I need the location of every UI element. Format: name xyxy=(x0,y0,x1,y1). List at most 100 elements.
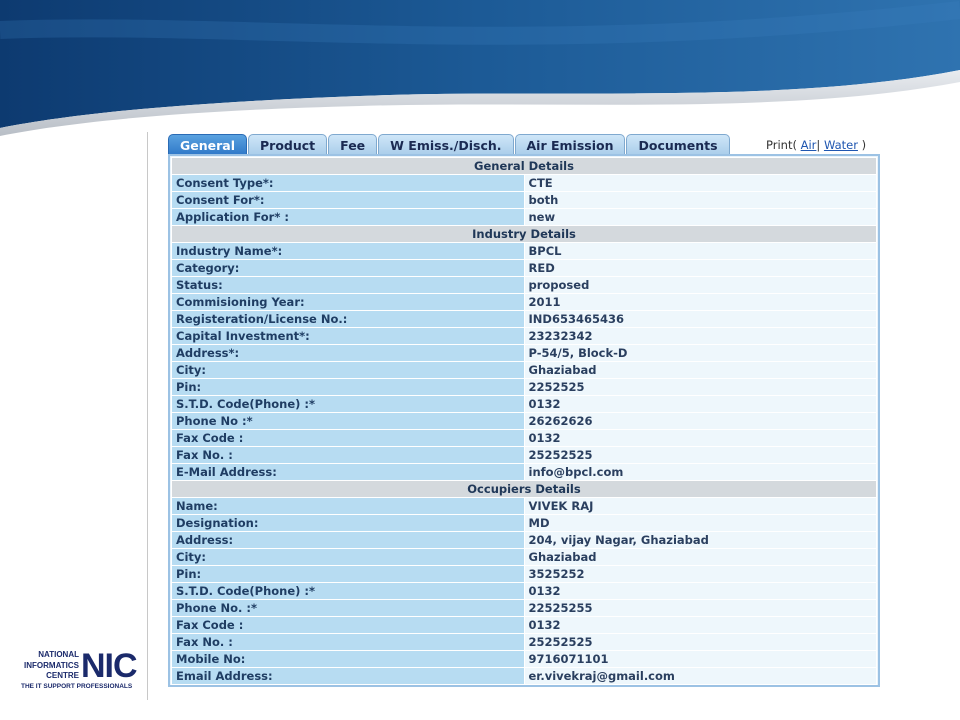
details-table: General Details Consent Type*: CTE Consent … xyxy=(171,157,877,685)
field-value: CTE xyxy=(523,174,877,192)
field-label: Registeration/License No.: xyxy=(171,310,525,328)
tab-water-emission-discharge[interactable]: W Emiss./Disch. xyxy=(378,134,514,155)
section-header-row: Industry Details xyxy=(171,225,877,243)
detail-row: Status: proposed xyxy=(171,276,877,294)
field-label: Application For* : xyxy=(171,208,525,226)
detail-row: Industry Name*: BPCL xyxy=(171,242,877,260)
field-label: Email Address: xyxy=(171,667,525,685)
field-value: BPCL xyxy=(523,242,877,260)
detail-row: City: Ghaziabad xyxy=(171,548,877,566)
field-label: Phone No :* xyxy=(171,412,525,430)
detail-row: Pin: 2252525 xyxy=(171,378,877,396)
field-label: Pin: xyxy=(171,378,525,396)
field-value: VIVEK RAJ xyxy=(523,497,877,515)
tab-fee[interactable]: Fee xyxy=(328,134,378,155)
detail-row: S.T.D. Code(Phone) :* 0132 xyxy=(171,395,877,413)
section-title: Industry Details xyxy=(171,225,877,243)
field-label: Phone No. :* xyxy=(171,599,525,617)
nic-logo-tagline: THE IT SUPPORT PROFESSIONALS xyxy=(21,683,133,690)
field-label: City: xyxy=(171,361,525,379)
section-title: Occupiers Details xyxy=(171,480,877,498)
print-links: Print( Air| Water ) xyxy=(766,138,866,152)
nic-logo-text: NATIONAL INFORMATICS CENTRE xyxy=(24,650,79,680)
field-label: Pin: xyxy=(171,565,525,583)
field-value: 25252525 xyxy=(523,446,877,464)
detail-row: Commisioning Year: 2011 xyxy=(171,293,877,311)
field-value: 0132 xyxy=(523,395,877,413)
print-label: Print( xyxy=(766,138,797,152)
field-label: Fax Code : xyxy=(171,429,525,447)
tab-product[interactable]: Product xyxy=(248,134,328,155)
section-header-row: Occupiers Details xyxy=(171,480,877,498)
field-label: Designation: xyxy=(171,514,525,532)
detail-row: Fax Code :0132 xyxy=(171,616,877,634)
detail-row: Address*: P-54/5, Block-D xyxy=(171,344,877,362)
print-water-link[interactable]: Water xyxy=(824,138,858,152)
field-value: new xyxy=(523,208,877,226)
tab-documents[interactable]: Documents xyxy=(626,134,730,155)
field-value: 26262626 xyxy=(523,412,877,430)
detail-row: Consent Type*: CTE xyxy=(171,174,877,192)
detail-row: Email Address: er.vivekraj@gmail.com xyxy=(171,667,877,685)
print-air-link[interactable]: Air xyxy=(801,138,817,152)
field-value: er.vivekraj@gmail.com xyxy=(523,667,877,685)
field-label: Address*: xyxy=(171,344,525,362)
details-panel: General Details Consent Type*: CTE Consent … xyxy=(168,154,880,687)
field-label: Commisioning Year: xyxy=(171,293,525,311)
field-value: 25252525 xyxy=(523,633,877,651)
tab-general[interactable]: General xyxy=(168,134,247,155)
detail-row: Address: 204, vijay Nagar, Ghaziabad xyxy=(171,531,877,549)
nic-logo-mark: NIC xyxy=(81,647,138,685)
field-label: Status: xyxy=(171,276,525,294)
print-close: ) xyxy=(861,138,867,152)
field-value: 22525255 xyxy=(523,599,877,617)
field-value: proposed xyxy=(523,276,877,294)
field-label: Consent For*: xyxy=(171,191,525,209)
nic-logo: NATIONAL INFORMATICS CENTRE NIC THE IT S… xyxy=(21,648,138,694)
field-label: City: xyxy=(171,548,525,566)
detail-row: E-Mail Address: info@bpcl.com xyxy=(171,463,877,481)
header-banner xyxy=(0,0,960,140)
field-value: 2011 xyxy=(523,293,877,311)
detail-row: City: Ghaziabad xyxy=(171,361,877,379)
detail-row: Phone No. :* 22525255 xyxy=(171,599,877,617)
detail-row: Mobile No: 9716071101 xyxy=(171,650,877,668)
field-label: Industry Name*: xyxy=(171,242,525,260)
detail-row: Pin: 3525252 xyxy=(171,565,877,583)
field-label: Address: xyxy=(171,531,525,549)
field-value: 2252525 xyxy=(523,378,877,396)
field-label: Consent Type*: xyxy=(171,174,525,192)
detail-row: Registeration/License No.: IND653465436 xyxy=(171,310,877,328)
field-label: Capital Investment*: xyxy=(171,327,525,345)
detail-row: Fax No. :25252525 xyxy=(171,633,877,651)
tab-air-emission[interactable]: Air Emission xyxy=(514,134,626,155)
field-value: 3525252 xyxy=(523,565,877,583)
field-value: Ghaziabad xyxy=(523,361,877,379)
field-value: 0132 xyxy=(523,429,877,447)
detail-row: Application For* : new xyxy=(171,208,877,226)
field-value: 23232342 xyxy=(523,327,877,345)
detail-row: Fax Code :0132 xyxy=(171,429,877,447)
field-value: Ghaziabad xyxy=(523,548,877,566)
section-title: General Details xyxy=(171,157,877,175)
field-value: 0132 xyxy=(523,582,877,600)
detail-row: Consent For*: both xyxy=(171,191,877,209)
field-value: 0132 xyxy=(523,616,877,634)
field-value: info@bpcl.com xyxy=(523,463,877,481)
field-label: Fax No. : xyxy=(171,446,525,464)
print-separator: | xyxy=(816,138,821,152)
detail-row: Capital Investment*: 23232342 xyxy=(171,327,877,345)
field-label: Fax No. : xyxy=(171,633,525,651)
field-value: IND653465436 xyxy=(523,310,877,328)
field-label: Fax Code : xyxy=(171,616,525,634)
detail-row: Name: VIVEK RAJ xyxy=(171,497,877,515)
detail-row: Fax No. :25252525 xyxy=(171,446,877,464)
field-value: P-54/5, Block-D xyxy=(523,344,877,362)
field-label: Mobile No: xyxy=(171,650,525,668)
field-label: Name: xyxy=(171,497,525,515)
field-value: 9716071101 xyxy=(523,650,877,668)
field-label: S.T.D. Code(Phone) :* xyxy=(171,395,525,413)
detail-row: Designation: MD xyxy=(171,514,877,532)
field-label: Category: xyxy=(171,259,525,277)
field-label: E-Mail Address: xyxy=(171,463,525,481)
